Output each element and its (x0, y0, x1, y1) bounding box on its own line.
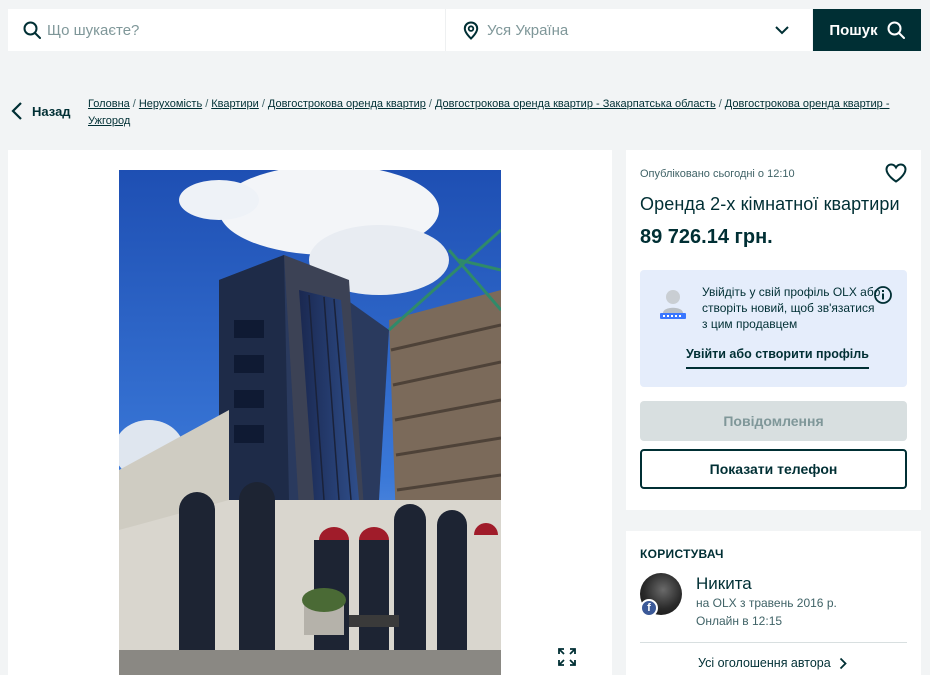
user-online-status: Онлайн в 12:15 (696, 614, 783, 628)
info-icon[interactable] (873, 285, 893, 305)
message-button[interactable]: Повідомлення (640, 401, 907, 441)
location-input[interactable]: Уся Україна (446, 9, 812, 51)
user-card: КОРИСТУВАЧ f Никита на OLX з травень 201… (626, 531, 921, 675)
divider (640, 642, 907, 643)
breadcrumb-separator: / (261, 98, 265, 110)
breadcrumb: Головна / Нерухомість / Квартири / Довгостроко… (88, 96, 898, 130)
chevron-down-icon[interactable] (774, 22, 790, 38)
breadcrumb-separator: / (428, 98, 432, 110)
user-heading: КОРИСТУВАЧ (640, 547, 724, 561)
photo-gallery (8, 150, 612, 675)
back-label: Назад (32, 103, 71, 119)
breadcrumb-long-term-rent[interactable]: Довгострокова оренда квартир (268, 98, 426, 110)
listing-card: Опубліковано сьогодні о 12:10 Оренда 2-х… (626, 150, 921, 510)
search-button-label: Пошук (829, 21, 878, 39)
listing-price: 89 726.14 грн. (640, 226, 773, 248)
breadcrumb-real-estate[interactable]: Нерухомість (139, 98, 202, 110)
search-icon (23, 21, 41, 39)
search-icon (887, 21, 905, 39)
listing-photo[interactable] (119, 170, 501, 675)
posted-date: Опубліковано сьогодні о 12:10 (640, 168, 795, 180)
breadcrumb-apartments[interactable]: Квартири (211, 98, 259, 110)
profile-illustration-icon (660, 290, 686, 319)
building-photo (119, 170, 501, 675)
show-phone-button[interactable]: Показати телефон (640, 449, 907, 489)
chevron-left-icon (11, 102, 22, 120)
breadcrumb-separator: / (718, 98, 722, 110)
heart-icon[interactable] (885, 163, 907, 183)
user-since: на OLX з травень 2016 р. (696, 596, 837, 610)
search-input[interactable]: Що шукаєте? (8, 9, 446, 51)
search-bar: Що шукаєте? Уся Україна Пошук (8, 9, 921, 51)
breadcrumb-separator: / (132, 98, 136, 110)
search-button[interactable]: Пошук (813, 9, 921, 51)
search-placeholder: Що шукаєте? (47, 21, 140, 39)
fullscreen-button[interactable] (552, 642, 582, 672)
listing-title: Оренда 2-х кімнатної квартири (640, 194, 900, 214)
location-pin-icon (463, 20, 479, 40)
expand-icon (558, 648, 576, 666)
facebook-icon: f (640, 599, 658, 617)
login-link[interactable]: Увійти або створити профіль (686, 347, 869, 369)
breadcrumb-home[interactable]: Головна (88, 98, 130, 110)
breadcrumb-region[interactable]: Довгострокова оренда квартир - Закарпатс… (435, 98, 716, 110)
back-button[interactable]: Назад (11, 101, 71, 121)
login-prompt-box: Увійдіть у свій профіль OLX або створіть… (640, 270, 907, 387)
all-ads-link[interactable]: Усі оголошення автора (698, 656, 847, 670)
login-prompt-text: Увійдіть у свій профіль OLX або створіть… (702, 285, 881, 331)
chevron-right-icon (839, 657, 847, 669)
location-placeholder: Уся Україна (487, 21, 569, 39)
user-name[interactable]: Никита (696, 574, 752, 594)
all-ads-label: Усі оголошення автора (698, 656, 831, 670)
breadcrumb-separator: / (205, 98, 209, 110)
